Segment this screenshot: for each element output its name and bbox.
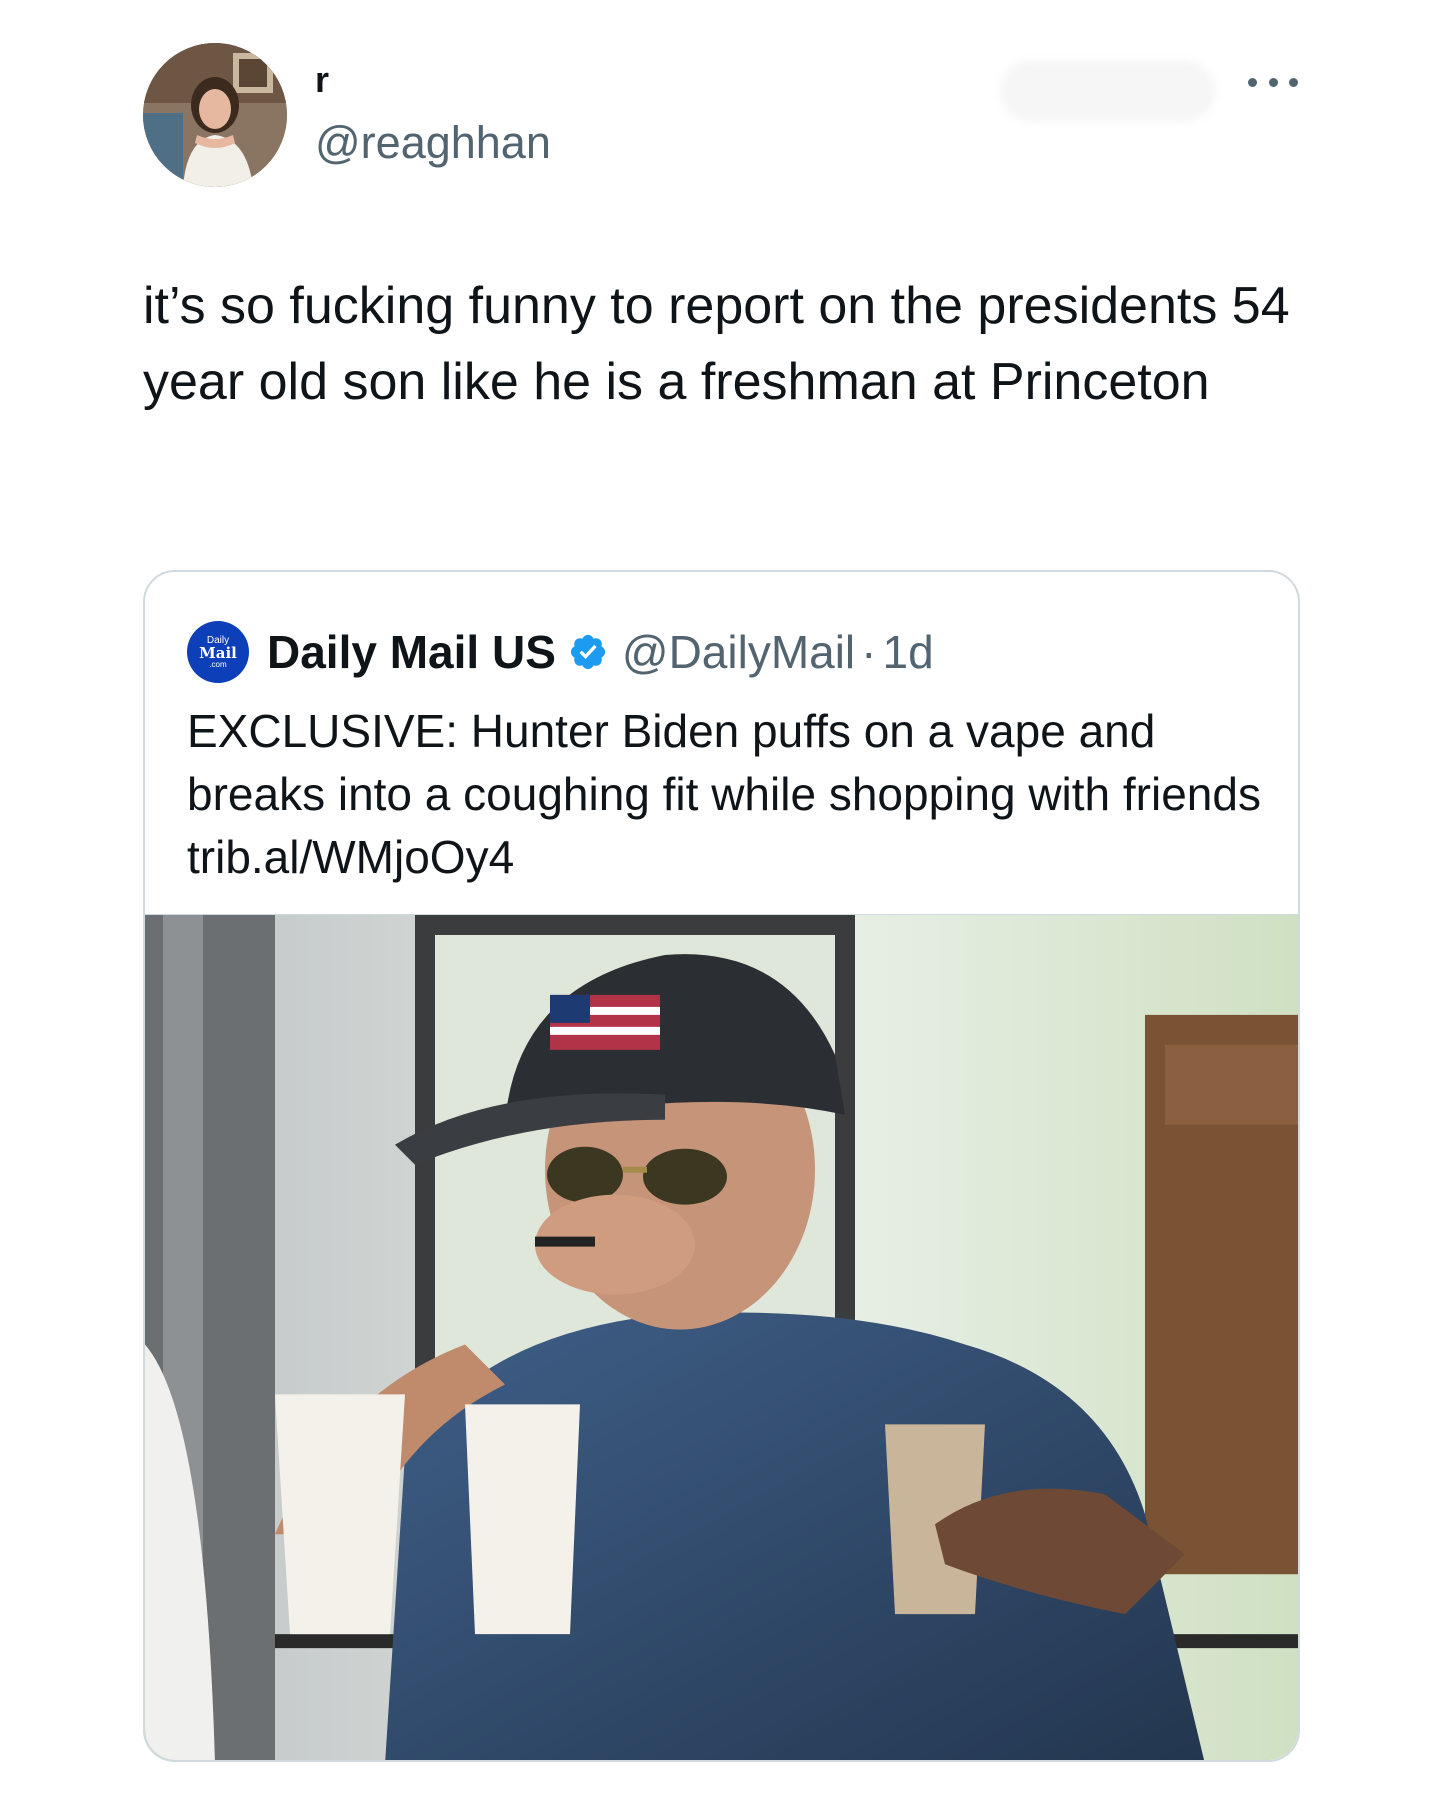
logo-text-com: .com (209, 659, 227, 669)
more-icon[interactable] (1248, 68, 1298, 96)
tweet-text: it’s so fucking funny to report on the p… (143, 277, 1290, 411)
profile-photo-icon (143, 43, 287, 187)
author-display-name[interactable]: r (315, 62, 329, 98)
separator-dot: · (861, 626, 877, 678)
quoted-tweet-header: Daily Mail .com Daily Mail US @DailyMail… (187, 621, 934, 683)
quoted-display-name[interactable]: Daily Mail US (267, 625, 556, 679)
quoted-timestamp[interactable]: 1d (882, 625, 933, 679)
quoted-tweet-photo[interactable] (145, 914, 1298, 1760)
logo-text-mail: Mail (199, 643, 237, 662)
author-avatar[interactable] (143, 43, 287, 187)
quoted-tweet-text: EXCLUSIVE: Hunter Biden puffs on a vape … (187, 705, 1261, 883)
verified-badge-icon (570, 634, 605, 670)
dailymail-logo-icon[interactable]: Daily Mail .com (187, 621, 249, 683)
author-handle[interactable]: @reaghhan (315, 120, 551, 165)
blurred-follow-button[interactable] (1000, 60, 1215, 122)
quoted-handle[interactable]: @DailyMail (622, 625, 855, 679)
quoted-tweet-card[interactable]: Daily Mail .com Daily Mail US @DailyMail… (143, 570, 1300, 1762)
photo-man-in-cap-with-coffee-cups-icon (145, 915, 1298, 1760)
